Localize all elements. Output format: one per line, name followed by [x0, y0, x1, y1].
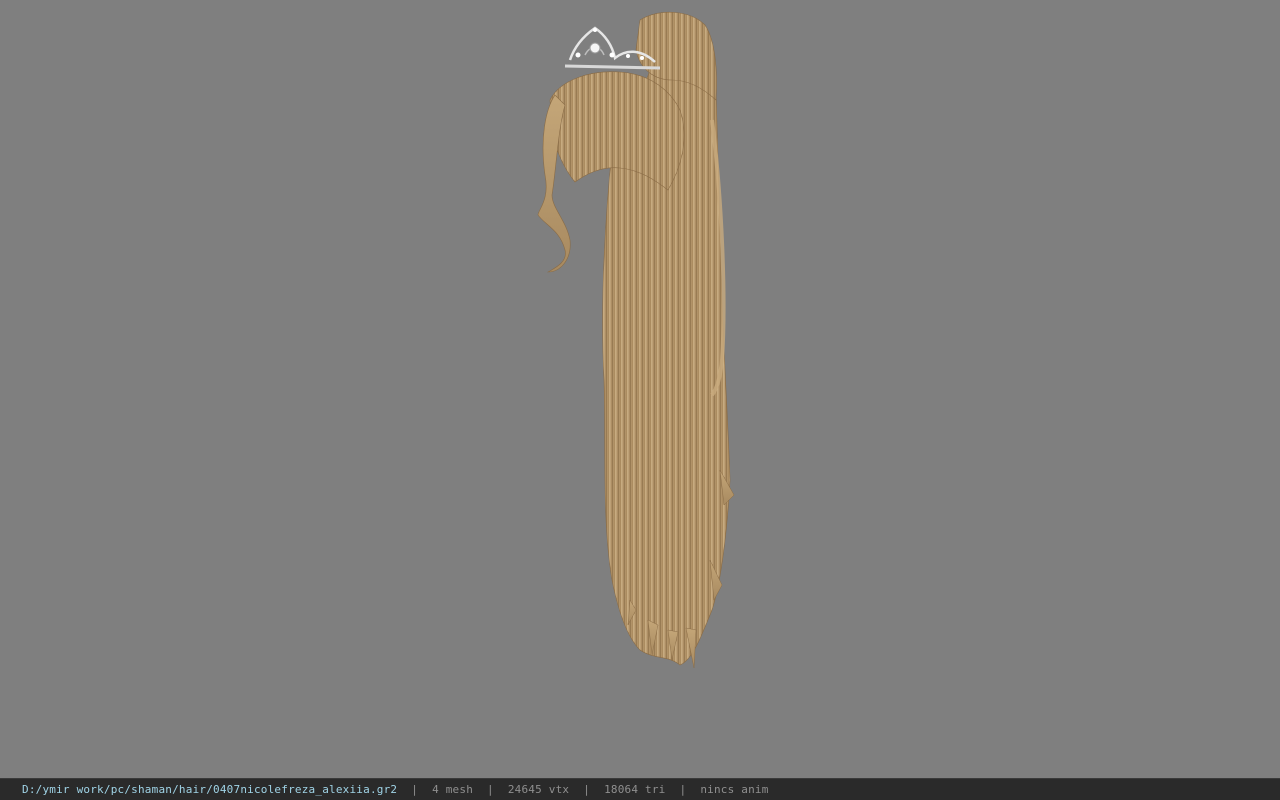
status-separator: |: [411, 783, 419, 796]
hair-model-icon: [537, 11, 735, 669]
status-separator: |: [583, 783, 591, 796]
status-animation: nincs anim: [700, 783, 769, 796]
status-triangle-count: 18064 tri: [604, 783, 666, 796]
status-separator: |: [487, 783, 494, 796]
status-vertex-count: 24645 vtx: [507, 783, 570, 796]
status-file-path: D:/ymir work/pc/shaman/hair/0407nicolefr…: [22, 783, 398, 796]
status-bar: D:/ymir work/pc/shaman/hair/0407nicolefr…: [0, 778, 1280, 800]
3d-viewport[interactable]: [0, 0, 1280, 778]
status-separator: |: [679, 783, 687, 796]
status-mesh-count: 4 mesh: [432, 783, 474, 796]
